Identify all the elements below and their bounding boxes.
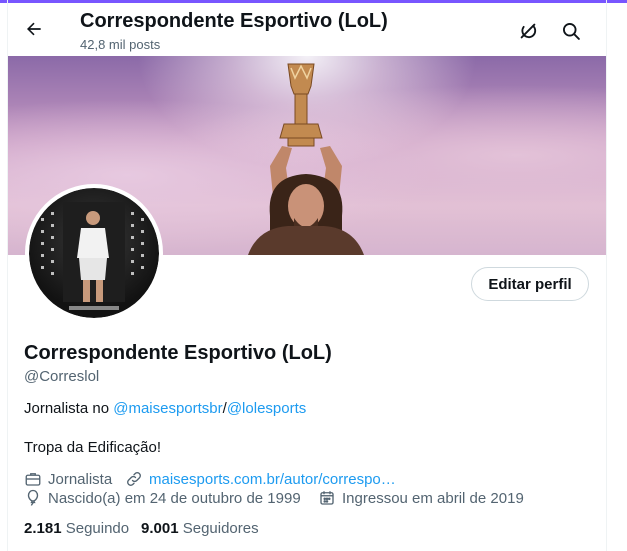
mention-maisesportsbr[interactable]: @maisesportsbr — [113, 400, 222, 417]
mention-lolesports[interactable]: @lolesports — [227, 400, 306, 417]
arrow-left-icon — [27, 22, 41, 36]
following-count: 2.181 — [24, 520, 62, 537]
following-link[interactable]: 2.181 Seguindo — [24, 520, 129, 537]
profile-handle: @Correslol — [24, 368, 100, 385]
bio-line-1: Jornalista no @maisesportsbr/@lolesports — [24, 400, 306, 417]
birthday-text: Nascido(a) em 24 de outubro de 1999 — [48, 489, 301, 507]
birthday-item: Nascido(a) em 24 de outubro de 1999 — [24, 489, 301, 507]
profile-avatar[interactable] — [25, 184, 163, 322]
joined-text: Ingressou em abril de 2019 — [342, 489, 524, 507]
followers-label: Seguidores — [182, 520, 259, 537]
header-title: Correspondente Esportivo (LoL) — [80, 10, 388, 32]
posts-count: 42,8 mil posts — [80, 37, 161, 52]
column-border-right — [606, 0, 607, 551]
website-link[interactable]: maisesports.com.br/autor/correspo… — [149, 471, 396, 488]
following-label: Seguindo — [65, 520, 130, 537]
grok-button[interactable] — [514, 17, 542, 45]
edit-profile-button[interactable]: Editar perfil — [471, 267, 589, 301]
bio-prefix: Jornalista no — [24, 400, 114, 417]
website-item: maisesports.com.br/autor/correspo… — [125, 470, 396, 488]
search-icon — [563, 23, 580, 40]
link-icon — [127, 472, 141, 486]
joined-item: Ingressou em abril de 2019 — [318, 489, 524, 507]
bio-line-2: Tropa da Edificação! — [24, 439, 162, 456]
avatar-photo — [29, 188, 159, 318]
briefcase-icon — [25, 473, 41, 486]
calendar-icon — [320, 491, 334, 505]
grok-icon — [520, 23, 537, 39]
profession-item: Jornalista — [24, 470, 112, 488]
profession-text: Jornalista — [48, 470, 113, 488]
balloon-icon — [27, 489, 39, 506]
profile-header: Correspondente Esportivo (LoL) 42,8 mil … — [8, 3, 606, 56]
search-button[interactable] — [557, 17, 585, 45]
followers-count: 9.001 — [141, 520, 179, 537]
back-button[interactable] — [20, 15, 48, 43]
followers-link[interactable]: 9.001 Seguidores — [141, 520, 259, 537]
profile-name: Correspondente Esportivo (LoL) — [24, 342, 332, 364]
